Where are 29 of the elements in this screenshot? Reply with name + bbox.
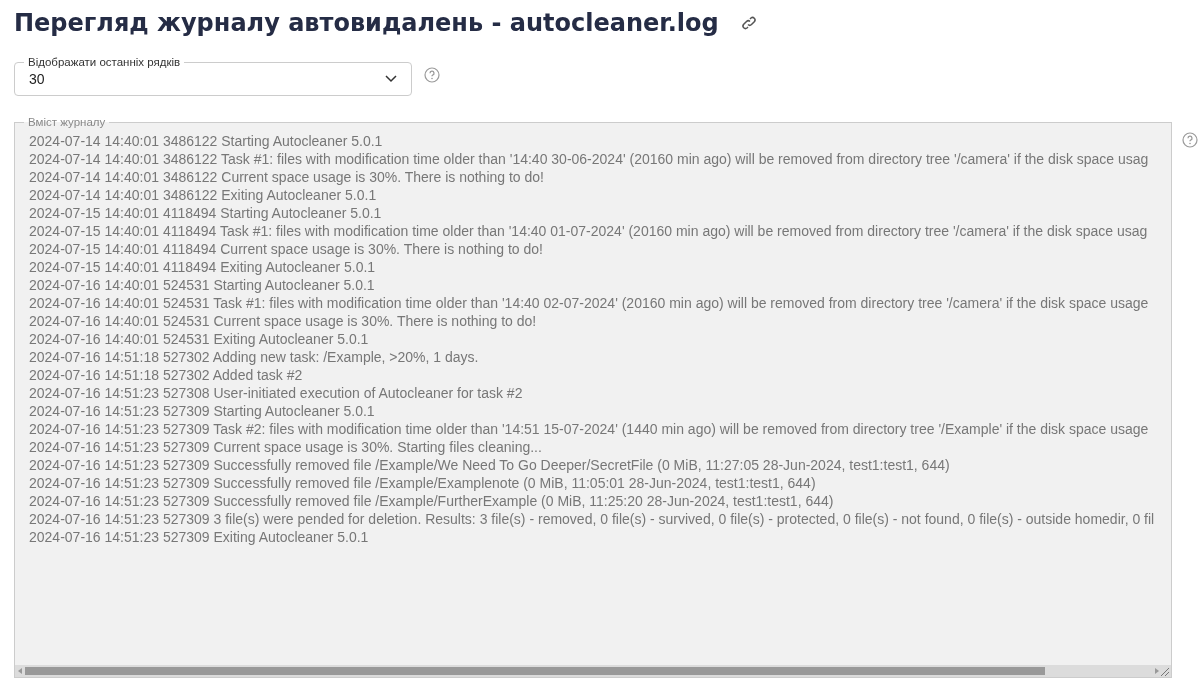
log-line: 2024-07-16 14:51:18 527302 Added task #2 bbox=[29, 366, 303, 384]
log-line: 2024-07-16 14:40:01 524531 Task #1: files with modification time older than '14:40 02-07-2024' (20160 min ago) will be removed from directory tree '/camera' if the disk space usage bbox=[29, 294, 1149, 312]
log-line: 2024-07-16 14:51:23 527309 Current space usage is 30%. Starting files cleaning... bbox=[29, 438, 542, 456]
link-icon[interactable] bbox=[740, 15, 757, 31]
log-line: 2024-07-14 14:40:01 3486122 Starting Autocleaner 5.0.1 bbox=[29, 132, 383, 150]
log-line: 2024-07-14 14:40:01 3486122 Exiting Autocleaner 5.0.1 bbox=[29, 186, 377, 204]
log-line: 2024-07-16 14:51:23 527309 Task #2: files with modification time older than '14:51 15-07-2024' (1440 min ago) will be removed from directory tree '/Example' if the disk space usage bbox=[29, 420, 1149, 438]
log-line: 2024-07-16 14:51:23 527309 3 file(s) were pended for deletion. Results: 3 file(s) - removed, 0 file(s) - survived, 0 file(s) - protected, 0 file(s) - not found, 0 file(s) - outside homedir, 0 fil bbox=[29, 510, 1155, 528]
log-line: 2024-07-16 14:51:23 527309 Successfully removed file /Example/We Need To Go Deeper/SecretFile (0 MiB, 11:27:05 28-Jun-2024, test1:test1, 644) bbox=[29, 456, 950, 474]
log-line: 2024-07-14 14:40:01 3486122 Task #1: files with modification time older than '14:40 30-06-2024' (20160 min ago) will be removed from directory tree '/camera' if the disk space usag bbox=[29, 150, 1149, 168]
log-line: 2024-07-15 14:40:01 4118494 Task #1: files with modification time older than '14:40 01-07-2024' (20160 min ago) will be removed from directory tree '/camera' if the disk space usag bbox=[29, 222, 1148, 240]
help-icon[interactable] bbox=[424, 67, 440, 83]
log-line: 2024-07-15 14:40:01 4118494 Exiting Autocleaner 5.0.1 bbox=[29, 258, 376, 276]
log-line: 2024-07-16 14:40:01 524531 Exiting Autocleaner 5.0.1 bbox=[29, 330, 369, 348]
page-title: Перегляд журналу автовидалень - autocleaner.log bbox=[14, 9, 719, 37]
log-line: 2024-07-16 14:51:18 527302 Adding new task: /Example, >20%, 1 days. bbox=[29, 348, 479, 366]
log-line: 2024-07-16 14:51:23 527308 User-initiated execution of Autocleaner for task #2 bbox=[29, 384, 523, 402]
log-line: 2024-07-14 14:40:01 3486122 Current space usage is 30%. There is nothing to do! bbox=[29, 168, 544, 186]
log-line: 2024-07-16 14:51:23 527309 Exiting Autocleaner 5.0.1 bbox=[29, 528, 369, 546]
log-line: 2024-07-16 14:40:01 524531 Current space usage is 30%. There is nothing to do! bbox=[29, 312, 537, 330]
horizontal-scrollbar[interactable] bbox=[15, 665, 1171, 677]
log-line: 2024-07-16 14:40:01 524531 Starting Autocleaner 5.0.1 bbox=[29, 276, 375, 294]
help-icon[interactable] bbox=[1182, 132, 1198, 148]
chevron-icon bbox=[385, 75, 397, 83]
log-line: 2024-07-16 14:51:23 527309 Starting Autocleaner 5.0.1 bbox=[29, 402, 375, 420]
log-line: 2024-07-15 14:40:01 4118494 Current space usage is 30%. There is nothing to do! bbox=[29, 240, 543, 258]
log-line: 2024-07-15 14:40:01 4118494 Starting Autocleaner 5.0.1 bbox=[29, 204, 382, 222]
log-line: 2024-07-16 14:51:23 527309 Successfully removed file /Example/FurtherExample (0 MiB, 11:25:20 28-Jun-2024, test1:test1, 644) bbox=[29, 492, 834, 510]
log-line: 2024-07-16 14:51:23 527309 Successfully removed file /Example/Examplenote (0 MiB, 11:05:01 28-Jun-2024, test1:test1, 644) bbox=[29, 474, 816, 492]
